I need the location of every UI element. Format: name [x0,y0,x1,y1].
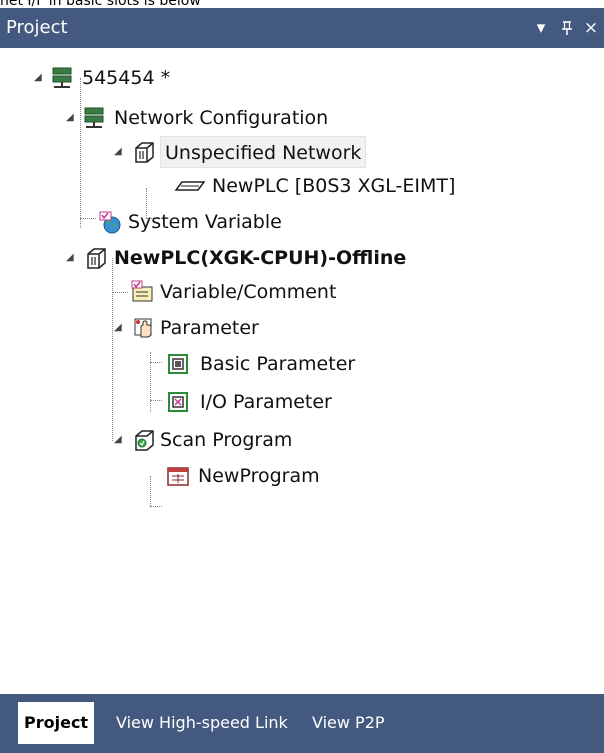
globe-variable-icon [99,211,121,234]
collapse-arrow-icon[interactable]: ◢ [34,72,46,84]
tree-connector [150,506,162,507]
collapse-arrow-icon[interactable]: ◢ [114,322,126,334]
tree-item-label: NewPLC(XGK-CPUH)-Offline [114,247,407,269]
plc-box-icon [87,248,106,269]
network-config-icon [84,107,104,128]
basic-parameter-icon [168,354,188,374]
tree-item-system-variable[interactable]: System Variable [0,206,600,238]
tree-item-label: I/O Parameter [200,391,332,413]
network-box-icon [135,142,154,163]
collapse-arrow-icon[interactable]: ◢ [66,112,78,124]
tree-item-unspecified-network[interactable]: ◢ Unspecified Network [0,136,600,168]
tree-item-new-program[interactable]: NewProgram [0,460,600,492]
collapse-arrow-icon[interactable]: ◢ [114,146,126,158]
scan-program-icon [135,430,154,451]
tree-item-scan-program[interactable]: ◢ Scan Program [0,424,600,456]
dropdown-icon[interactable]: ▾ [530,8,552,48]
tree-item-label: Parameter [160,317,259,339]
project-network-icon [52,67,72,88]
tree-item-root[interactable]: ◢ 545454 * [0,62,600,94]
tree-item-label: Variable/Comment [160,281,337,303]
tree-item-network-configuration[interactable]: ◢ Network Configuration [0,102,600,134]
tab-project[interactable]: Project [18,702,95,744]
tab-view-high-speed-link[interactable]: View High-speed Link [110,702,294,744]
tree-item-plc[interactable]: ◢ NewPLC(XGK-CPUH)-Offline [0,242,600,274]
tree-item-basic-parameter[interactable]: Basic Parameter [0,348,600,380]
io-parameter-icon [168,392,188,412]
tree-item-label: Basic Parameter [200,353,356,375]
bottom-tab-bar: Project View High-speed Link View P2P [0,694,604,753]
tree-item-label: Scan Program [160,429,293,451]
project-panel: Project ▾ × ◢ 545454 * ◢ Network Configu… [0,8,604,753]
cut-off-caption: net I/F in basic slots is below [0,0,201,9]
tree-item-label: Unspecified Network [160,136,367,168]
tree-item-label: System Variable [128,211,282,233]
panel-title: Project [6,17,68,38]
tree-item-label: Network Configuration [114,107,329,129]
close-icon[interactable]: × [580,8,602,48]
program-icon [167,467,189,486]
pin-icon[interactable] [556,8,578,48]
hand-parameter-icon [134,318,152,338]
tree-item-io-parameter[interactable]: I/O Parameter [0,386,600,418]
variable-comment-icon [131,280,153,302]
tree-item-newplc-module[interactable]: NewPLC [B0S3 XGL-EIMT] [0,170,600,202]
panel-titlebar: Project ▾ × [0,8,604,48]
collapse-arrow-icon[interactable]: ◢ [114,434,126,446]
module-card-icon [174,181,206,191]
tree-item-label: NewPLC [B0S3 XGL-EIMT] [212,175,456,197]
tree-item-label: 545454 * [82,67,171,89]
collapse-arrow-icon[interactable]: ◢ [66,252,78,264]
project-tree: ◢ 545454 * ◢ Network Configuration ◢ Uns… [0,48,604,694]
tab-view-p2p[interactable]: View P2P [306,702,391,744]
tree-item-variable-comment[interactable]: Variable/Comment [0,276,600,308]
tree-item-parameter[interactable]: ◢ Parameter [0,312,600,344]
tree-item-label: NewProgram [198,465,320,487]
